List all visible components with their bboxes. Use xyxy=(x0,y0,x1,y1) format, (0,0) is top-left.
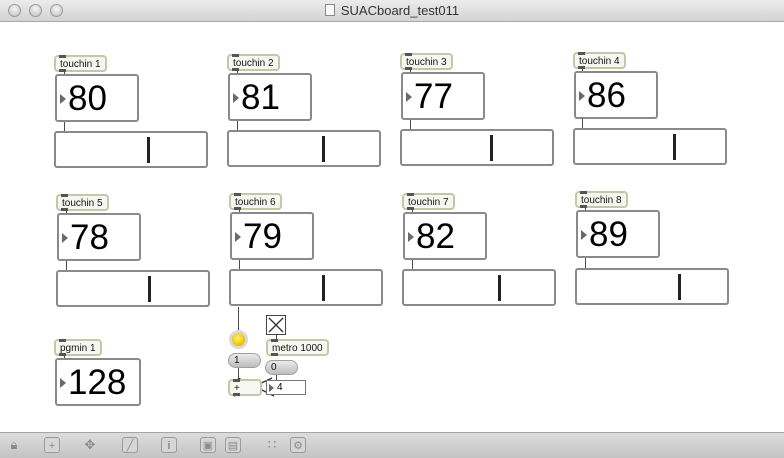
number-arrow-icon xyxy=(406,92,412,102)
number-arrow-icon xyxy=(233,93,239,103)
touchin-8-object[interactable]: touchin 8 xyxy=(575,191,628,208)
window-icon[interactable]: ▣ xyxy=(200,437,216,453)
window-title-area: SUACboard_test011 xyxy=(0,3,784,18)
number-value: 4 xyxy=(277,382,283,393)
number-value: 79 xyxy=(243,217,282,256)
slider-knob[interactable] xyxy=(148,276,151,302)
number-arrow-icon xyxy=(235,232,241,242)
slider-knob[interactable] xyxy=(322,275,325,301)
title-bar: SUACboard_test011 xyxy=(0,0,784,22)
pgmin-object[interactable]: pgmin 1 xyxy=(54,339,102,356)
number-value: 81 xyxy=(241,78,280,117)
touchin-3-number[interactable]: 77 xyxy=(401,72,485,120)
number-arrow-icon xyxy=(269,384,274,392)
lock-icon[interactable]: 🔒︎ xyxy=(6,437,22,453)
number-value: 77 xyxy=(414,77,453,116)
touchin-6-number[interactable]: 79 xyxy=(230,212,314,260)
toggle-x-icon xyxy=(268,317,284,333)
slider-knob[interactable] xyxy=(147,137,150,163)
slider-knob[interactable] xyxy=(490,135,493,161)
slider-knob[interactable] xyxy=(673,134,676,160)
message-box-left[interactable]: 1 xyxy=(228,353,261,368)
number-value: 78 xyxy=(70,218,109,257)
add-icon[interactable]: + xyxy=(44,437,60,453)
grid-icon[interactable]: ∷ xyxy=(264,437,280,453)
touchin-6-slider[interactable] xyxy=(229,269,383,306)
touchin-3-slider[interactable] xyxy=(400,129,554,166)
touchin-7-number[interactable]: 82 xyxy=(403,212,487,260)
number-value: 128 xyxy=(68,363,127,402)
touchin-5-slider[interactable] xyxy=(56,270,210,307)
touchin-4-object[interactable]: touchin 4 xyxy=(573,52,626,69)
touchin-1-slider[interactable] xyxy=(54,131,208,168)
slider-knob[interactable] xyxy=(322,136,325,162)
move-icon[interactable]: ✥ xyxy=(82,437,98,453)
touchin-8-slider[interactable] xyxy=(575,268,729,305)
pgmin-number[interactable]: 128 xyxy=(55,358,141,406)
touchin-2-slider[interactable] xyxy=(227,130,381,167)
gear-grid-icon[interactable]: ⚙ xyxy=(290,437,306,453)
number-arrow-icon xyxy=(60,378,66,388)
touchin-2-number[interactable]: 81 xyxy=(228,73,312,121)
touchin-2-object[interactable]: touchin 2 xyxy=(227,54,280,71)
touchin-4-number[interactable]: 86 xyxy=(574,71,658,119)
metro-object[interactable]: metro 1000 xyxy=(266,339,329,356)
number-arrow-icon xyxy=(60,94,66,104)
touchin-5-object[interactable]: touchin 5 xyxy=(56,194,109,211)
toggle-checkbox[interactable] xyxy=(266,315,286,335)
touchin-7-object[interactable]: touchin 7 xyxy=(402,193,455,210)
bottom-toolbar: 🔒︎ + ✥ ╱ i ▣ ▤ ∷ ⚙ xyxy=(0,432,784,458)
bang-led[interactable] xyxy=(229,330,248,349)
message-box-right[interactable]: 0 xyxy=(265,360,298,375)
number-arrow-icon xyxy=(579,91,585,101)
number-value: 80 xyxy=(68,79,107,118)
number-value: 89 xyxy=(589,215,628,254)
touchin-1-object[interactable]: touchin 1 xyxy=(54,55,107,72)
touchin-1-number[interactable]: 80 xyxy=(55,74,139,122)
window-title: SUACboard_test011 xyxy=(340,3,460,18)
patcher-canvas[interactable]: touchin 1 80 touchin 2 81 touchin 3 77 t… xyxy=(0,22,784,432)
document-icon xyxy=(324,4,335,16)
touchin-7-slider[interactable] xyxy=(402,269,556,306)
window-stack-icon[interactable]: ▤ xyxy=(225,437,241,453)
slider-knob[interactable] xyxy=(498,275,501,301)
touchin-4-slider[interactable] xyxy=(573,128,727,165)
number-arrow-icon xyxy=(62,233,68,243)
number-arrow-icon xyxy=(408,232,414,242)
number-arrow-icon xyxy=(581,230,587,240)
touchin-3-object[interactable]: touchin 3 xyxy=(400,53,453,70)
info-icon[interactable]: i xyxy=(161,437,177,453)
slider-knob[interactable] xyxy=(678,274,681,300)
counter-number[interactable]: 4 xyxy=(266,380,306,395)
chart-icon[interactable]: ╱ xyxy=(122,437,138,453)
touchin-6-object[interactable]: touchin 6 xyxy=(229,193,282,210)
patch-cord[interactable] xyxy=(238,307,239,330)
plus-object[interactable]: + xyxy=(228,379,262,396)
touchin-8-number[interactable]: 89 xyxy=(576,210,660,258)
number-value: 86 xyxy=(587,76,626,115)
touchin-5-number[interactable]: 78 xyxy=(57,213,141,261)
number-value: 82 xyxy=(416,217,455,256)
